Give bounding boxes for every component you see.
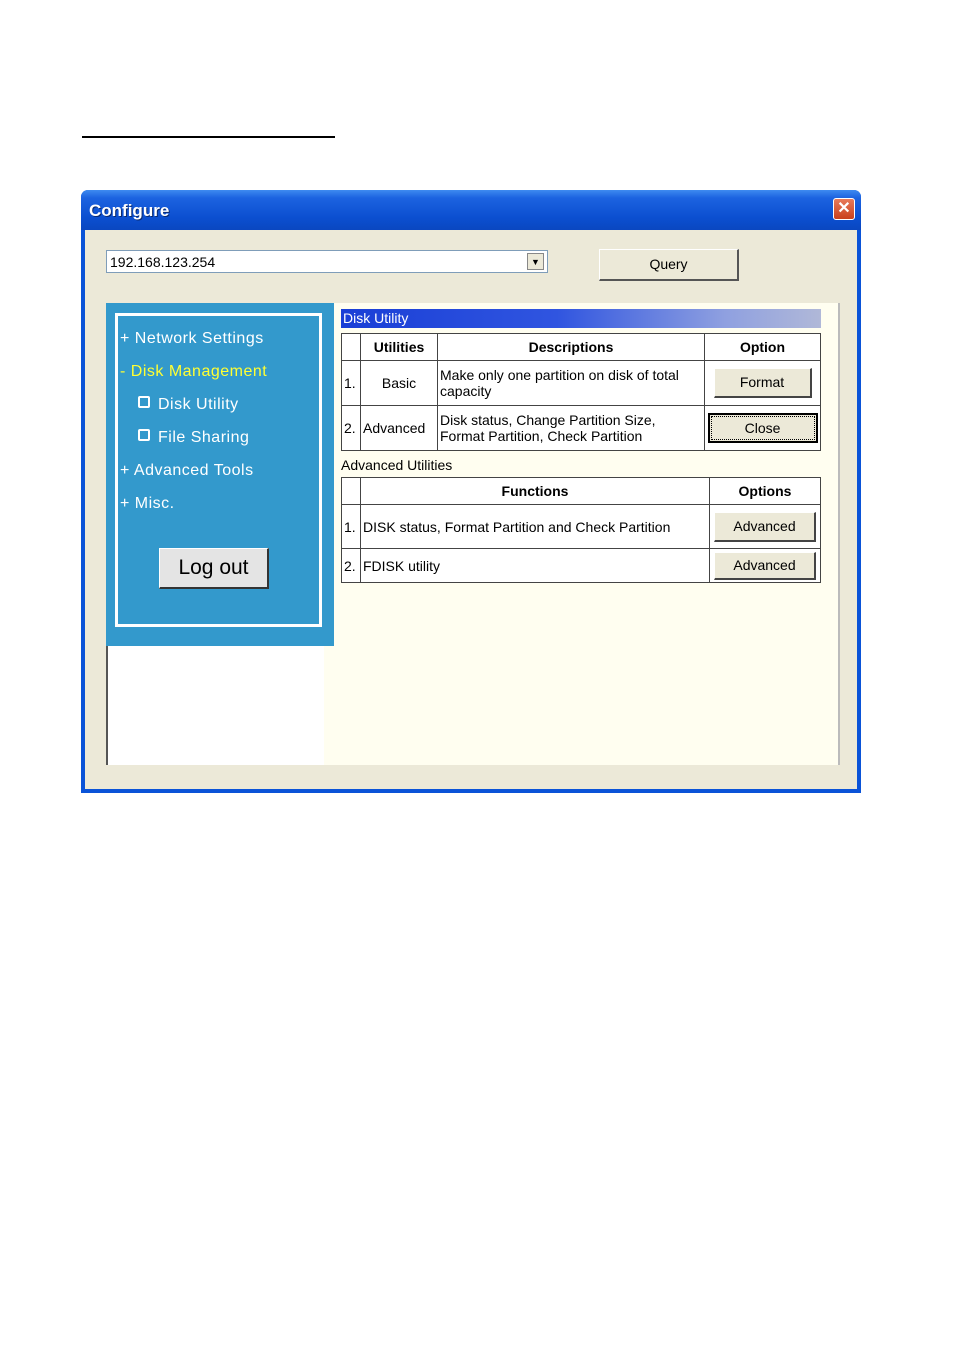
row-number: 1. [341,504,361,549]
column-header: Options [709,477,821,505]
sidebar-item-misc[interactable]: + Misc. [120,495,175,513]
advanced-button[interactable]: Advanced [714,511,816,542]
table-row: 2. FDISK utility Advanced [341,548,821,583]
sidebar-item-network-settings[interactable]: + Network Settings [120,330,264,348]
column-header: Functions [360,477,710,505]
sidebar-item-file-sharing[interactable]: File Sharing [138,429,249,447]
row-number: 1. [341,360,361,406]
close-button[interactable]: Close [707,413,818,443]
close-icon[interactable]: ✕ [833,198,855,220]
window-title: Configure [89,201,170,220]
column-header: Utilities [360,333,438,361]
advanced-button[interactable]: Advanced [714,551,816,580]
ip-address-value: 192.168.123.254 [110,254,216,270]
configure-window: Configure ✕ 192.168.123.254 ▼ Query + Ne… [81,190,861,793]
main-content: + Network Settings - Disk Management Dis… [106,303,840,765]
sidebar-item-label: Disk Utility [158,396,239,413]
window-client: 192.168.123.254 ▼ Query + Network Settin… [85,230,857,789]
advanced-utilities-table: Functions Options 1. DISK status, Format… [341,477,821,583]
sidebar-item-label: File Sharing [158,429,250,446]
table-row: 1. Basic Make only one partition on disk… [341,360,821,406]
top-rule [82,136,335,138]
title-bar[interactable]: Configure ✕ [81,190,861,230]
query-button[interactable]: Query [599,249,739,281]
sidebar: + Network Settings - Disk Management Dis… [106,303,334,646]
column-header: Descriptions [437,333,705,361]
utility-name: Basic [360,360,438,406]
column-header: Option [704,333,821,361]
table-row: 2. Advanced Disk status, Change Partitio… [341,405,821,451]
utility-name: Advanced [360,405,438,451]
function-name: FDISK utility [360,548,710,583]
logout-button[interactable]: Log out [159,548,269,589]
sidebar-item-advanced-tools[interactable]: + Advanced Tools [120,462,254,480]
disk-utility-table: Utilities Descriptions Option 1. Basic M… [341,333,821,451]
format-button[interactable]: Format [713,368,812,398]
num-column-header [341,333,361,361]
disk-utility-header: Disk Utility [341,309,821,328]
row-number: 2. [341,405,361,451]
num-column-header [341,477,361,505]
table-header-row: Utilities Descriptions Option [341,333,821,361]
sidebar-item-disk-management[interactable]: - Disk Management [120,363,267,381]
utility-description: Disk status, Change Partition Size, Form… [437,405,705,451]
sidebar-blank-area [106,646,324,765]
utility-description: Make only one partition on disk of total… [437,360,705,406]
table-header-row: Functions Options [341,477,821,505]
function-name: DISK status, Format Partition and Check … [360,504,710,549]
bullet-icon [138,396,150,408]
advanced-utilities-label: Advanced Utilities [341,457,453,473]
ip-address-dropdown[interactable]: 192.168.123.254 ▼ [106,250,548,273]
row-number: 2. [341,548,361,583]
table-row: 1. DISK status, Format Partition and Che… [341,504,821,549]
bullet-icon [138,429,150,441]
sidebar-item-disk-utility[interactable]: Disk Utility [138,396,239,414]
chevron-down-icon[interactable]: ▼ [527,253,544,270]
